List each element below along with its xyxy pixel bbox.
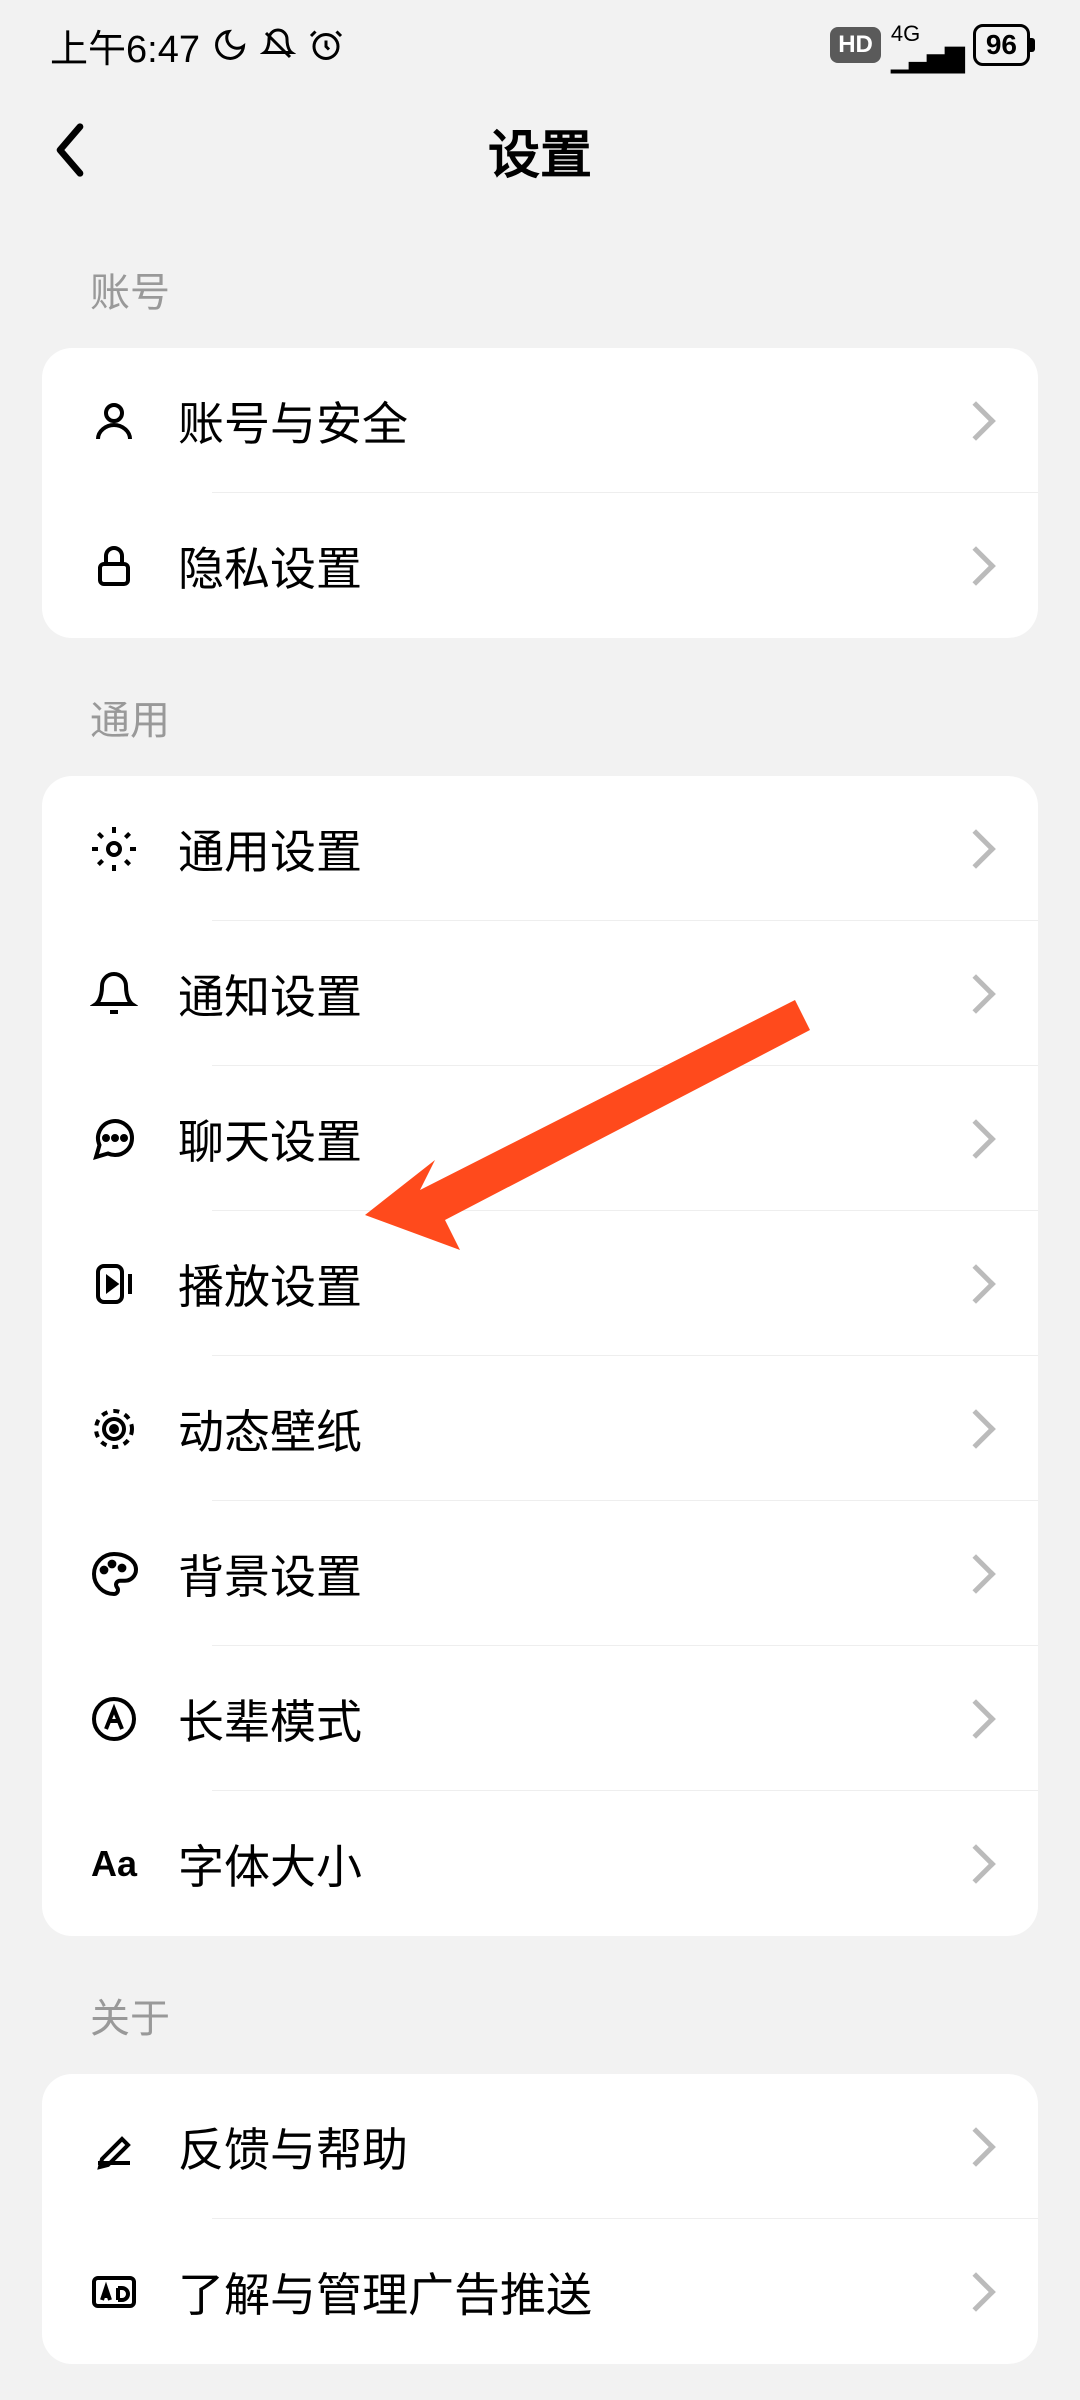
row-ad-management[interactable]: 了解与管理广告推送 bbox=[42, 2219, 1038, 2364]
section-label-account: 账号 bbox=[0, 210, 1080, 348]
status-time: 上午6:47 bbox=[50, 18, 200, 73]
ad-icon bbox=[90, 2268, 138, 2316]
row-privacy[interactable]: 隐私设置 bbox=[42, 493, 1038, 638]
row-label: 背景设置 bbox=[178, 1541, 962, 1607]
row-general-settings[interactable]: 通用设置 bbox=[42, 776, 1038, 921]
user-icon bbox=[90, 397, 138, 445]
status-right: HD 4G ▁▃▅▇ 96 bbox=[830, 19, 1030, 71]
row-label: 隐私设置 bbox=[178, 533, 962, 599]
chevron-right-icon bbox=[956, 1844, 996, 1884]
play-icon bbox=[90, 1260, 138, 1308]
row-label: 动态壁纸 bbox=[178, 1396, 962, 1462]
chevron-right-icon bbox=[956, 401, 996, 441]
network-indicator: 4G ▁▃▅▇ bbox=[891, 19, 963, 71]
palette-icon bbox=[90, 1550, 138, 1598]
row-playback-settings[interactable]: 播放设置 bbox=[42, 1211, 1038, 1356]
row-feedback[interactable]: 反馈与帮助 bbox=[42, 2074, 1038, 2219]
back-button[interactable] bbox=[40, 120, 100, 180]
alarm-icon bbox=[308, 27, 344, 63]
aa-icon: Aa bbox=[90, 1840, 138, 1888]
chevron-right-icon bbox=[956, 2127, 996, 2167]
card-account: 账号与安全 隐私设置 bbox=[42, 348, 1038, 638]
pencil-icon bbox=[90, 2123, 138, 2171]
card-about: 反馈与帮助 了解与管理广告推送 bbox=[42, 2074, 1038, 2364]
row-label: 通知设置 bbox=[178, 961, 962, 1027]
row-elder-mode[interactable]: 长辈模式 bbox=[42, 1646, 1038, 1791]
row-chat-settings[interactable]: 聊天设置 bbox=[42, 1066, 1038, 1211]
card-general: 通用设置 通知设置 聊天设置 播放设置 动态壁纸 背景设置 bbox=[42, 776, 1038, 1936]
lock-icon bbox=[90, 542, 138, 590]
chevron-right-icon bbox=[956, 546, 996, 586]
row-label: 了解与管理广告推送 bbox=[178, 2259, 962, 2325]
row-account-security[interactable]: 账号与安全 bbox=[42, 348, 1038, 493]
circle-a-icon bbox=[90, 1695, 138, 1743]
row-live-wallpaper[interactable]: 动态壁纸 bbox=[42, 1356, 1038, 1501]
section-label-general: 通用 bbox=[0, 638, 1080, 776]
chat-icon bbox=[90, 1115, 138, 1163]
chevron-right-icon bbox=[956, 1554, 996, 1594]
chevron-right-icon bbox=[956, 974, 996, 1014]
row-label: 聊天设置 bbox=[178, 1106, 962, 1172]
status-bar: 上午6:47 HD 4G ▁▃▅▇ 96 bbox=[0, 0, 1080, 90]
battery-indicator: 96 bbox=[973, 24, 1030, 66]
target-icon bbox=[90, 1405, 138, 1453]
row-label: 字体大小 bbox=[178, 1831, 962, 1897]
hd-badge: HD bbox=[830, 27, 881, 63]
chevron-right-icon bbox=[956, 1409, 996, 1449]
chevron-right-icon bbox=[956, 1119, 996, 1159]
row-label: 账号与安全 bbox=[178, 388, 962, 454]
row-label: 通用设置 bbox=[178, 816, 962, 882]
moon-icon bbox=[212, 27, 248, 63]
header: 设置 bbox=[0, 90, 1080, 210]
chevron-right-icon bbox=[956, 2272, 996, 2312]
row-font-size[interactable]: Aa 字体大小 bbox=[42, 1791, 1038, 1936]
row-notification-settings[interactable]: 通知设置 bbox=[42, 921, 1038, 1066]
chevron-right-icon bbox=[956, 1699, 996, 1739]
row-label: 播放设置 bbox=[178, 1251, 962, 1317]
row-label: 长辈模式 bbox=[178, 1686, 962, 1752]
row-background-settings[interactable]: 背景设置 bbox=[42, 1501, 1038, 1646]
mute-icon bbox=[260, 27, 296, 63]
chevron-right-icon bbox=[956, 1264, 996, 1304]
row-label: 反馈与帮助 bbox=[178, 2114, 962, 2180]
gear-icon bbox=[90, 825, 138, 873]
page-title: 设置 bbox=[488, 113, 592, 188]
status-left: 上午6:47 bbox=[50, 18, 344, 73]
chevron-right-icon bbox=[956, 829, 996, 869]
section-label-about: 关于 bbox=[0, 1936, 1080, 2074]
bell-icon bbox=[90, 970, 138, 1018]
